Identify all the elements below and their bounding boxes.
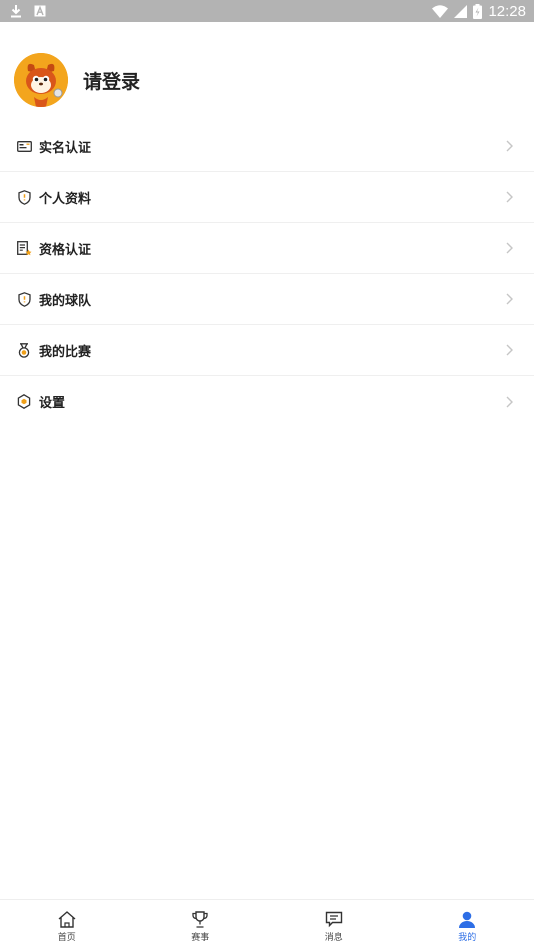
- menu-label: 实名认证: [39, 140, 92, 156]
- signal-icon: [454, 4, 468, 18]
- menu-item-my-matches[interactable]: 我的比赛: [0, 325, 534, 376]
- avatar[interactable]: [14, 53, 68, 107]
- menu-item-my-team[interactable]: 我的球队: [0, 274, 534, 325]
- chevron-right-icon: [504, 292, 514, 306]
- status-right: 12:28: [432, 3, 526, 20]
- tab-label: 消息: [324, 933, 343, 943]
- message-icon: [324, 909, 344, 929]
- trophy-icon: [190, 909, 210, 929]
- home-icon: [57, 909, 77, 929]
- chevron-right-icon: [504, 395, 514, 409]
- shield-team-icon: [16, 291, 32, 307]
- tab-label: 赛事: [191, 933, 210, 943]
- certificate-icon: [16, 240, 32, 256]
- bottom-tab-bar: 首页 赛事 消息 我的: [0, 899, 534, 950]
- menu-label: 我的比赛: [39, 344, 92, 360]
- shield-info-icon: [16, 189, 32, 205]
- status-left: [10, 4, 46, 18]
- battery-icon: [473, 3, 483, 19]
- keyboard-a-icon: [34, 5, 46, 17]
- id-card-icon: [16, 138, 32, 154]
- menu-item-settings[interactable]: 设置: [0, 376, 534, 427]
- chevron-right-icon: [504, 241, 514, 255]
- tab-home[interactable]: 首页: [0, 900, 134, 950]
- chevron-right-icon: [504, 343, 514, 357]
- tab-messages[interactable]: 消息: [267, 900, 401, 950]
- menu-label: 个人资料: [39, 191, 92, 207]
- hexagon-settings-icon: [16, 394, 32, 410]
- wifi-icon: [432, 4, 449, 18]
- menu-item-qualification-verification[interactable]: 资格认证: [0, 223, 534, 274]
- menu-item-real-name-verification[interactable]: 实名认证: [0, 121, 534, 172]
- menu-label: 设置: [39, 396, 66, 411]
- menu-label: 我的球队: [39, 293, 92, 309]
- profile-header[interactable]: 请登录: [14, 53, 140, 107]
- status-bar: 12:28: [0, 0, 534, 22]
- medal-icon: [16, 342, 32, 358]
- menu-label: 资格认证: [39, 242, 92, 258]
- tab-label: 首页: [57, 933, 76, 943]
- chevron-right-icon: [504, 139, 514, 153]
- status-time: 12:28: [488, 2, 526, 20]
- settings-menu: 实名认证 个人资料 资格认证 我的球队 我的比赛 设置: [0, 121, 534, 427]
- tab-mine[interactable]: 我的: [401, 900, 534, 950]
- menu-item-personal-info[interactable]: 个人资料: [0, 172, 534, 223]
- tab-label: 我的: [458, 933, 477, 943]
- download-icon: [10, 4, 22, 18]
- tab-events[interactable]: 赛事: [134, 900, 268, 950]
- person-icon: [457, 909, 477, 929]
- login-prompt[interactable]: 请登录: [83, 67, 140, 94]
- chevron-right-icon: [504, 190, 514, 204]
- squirrel-mascot-icon: [14, 53, 68, 107]
